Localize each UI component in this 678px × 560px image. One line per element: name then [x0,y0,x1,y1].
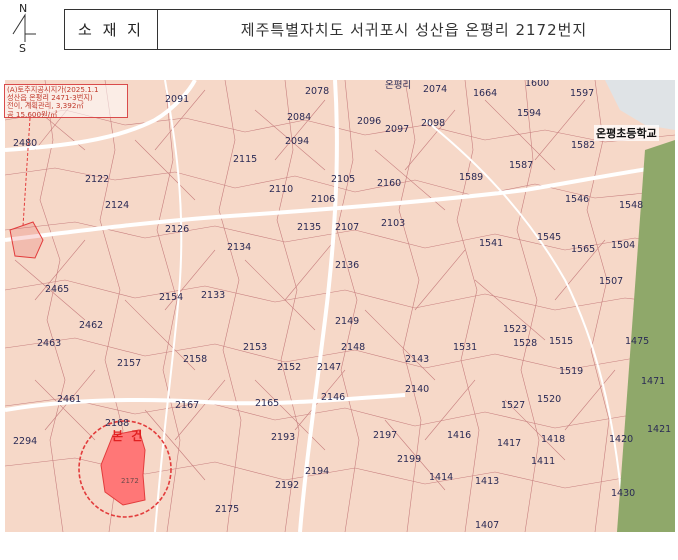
compass-icon [12,13,36,42]
parcel-number: 2194 [305,466,329,477]
parcel-number: 2094 [285,136,309,147]
map-header: N S 소 재 지 제주특별자치도 서귀포시 성산읍 온평리 2172번지 [0,0,678,58]
parcel-number: 1471 [641,376,665,387]
parcel-number: 1587 [509,160,533,171]
parcel-number: 1515 [549,336,573,347]
parcel-number: 2105 [331,174,355,185]
location-label: 소 재 지 [65,10,158,49]
location-box: 소 재 지 제주특별자치도 서귀포시 성산읍 온평리 2172번지 [64,9,671,50]
parcel-number: 1531 [453,342,477,353]
parcel-number: 1597 [570,88,594,99]
parcel-number: 2140 [405,384,429,395]
parcel-number: 2124 [105,200,129,211]
land-price-info-box: (A)토추지공시지가(2025.1.1 성산읍 온평리 2471-3번지) 전이… [4,84,128,118]
parcel-number: 2461 [57,394,81,405]
parcel-number: 1417 [497,438,521,449]
parcel-number: 2197 [373,430,397,441]
parcel-number: 2126 [165,224,189,235]
parcel-number: 2157 [117,358,141,369]
parcel-number: 1528 [513,338,537,349]
parcel-number: 1430 [611,488,635,499]
parcel-number: 2107 [335,222,359,233]
subject-label: 본 건 [112,429,145,443]
parcel-number: 1527 [501,400,525,411]
parcel-number: 2078 [305,86,329,97]
parcel-number: 2158 [183,354,207,365]
parcel-number: 2135 [297,222,321,233]
parcel-number: 2167 [175,400,199,411]
parcel-number: 2122 [85,174,109,185]
parcel-number: 1545 [537,232,561,243]
parcel-number: 2152 [277,362,301,373]
parcel-number: 2199 [397,454,421,465]
parcel-number: 2154 [159,292,183,303]
parcel-number: 2294 [13,436,37,447]
parcel-number: 1475 [625,336,649,347]
parcel-number: 2084 [287,112,311,123]
village-label: 온평리 [385,80,411,91]
parcel-number: 2165 [255,398,279,409]
parcel-number: 2091 [165,94,189,105]
parcel-number: 2103 [381,218,405,229]
parcel-number: 1548 [619,200,643,211]
parcel-number: 1519 [559,366,583,377]
parcel-number: 2098 [421,118,445,129]
cadastral-map[interactable]: 2091 2078 2074 1664 1600 1597 2084 2096 … [5,80,675,532]
info-line: 공 15,600원/㎡ [7,109,58,119]
parcel-number: 1520 [537,394,561,405]
parcel-number: 1664 [473,88,497,99]
parcel-number: 1504 [611,240,635,251]
parcel-number: 1407 [475,520,499,531]
parcel-number: 2096 [357,116,381,127]
parcel-number: 2097 [385,124,409,135]
parcel-number: 2134 [227,242,251,253]
parcel-number: 2115 [233,154,257,165]
parcel-number: 1594 [517,108,541,119]
parcel-number: 2153 [243,342,267,353]
parcel-number: 2463 [37,338,61,349]
parcel-number: 1582 [571,140,595,151]
parcel-number: 1523 [503,324,527,335]
school-label: 온평초등학교 [594,125,659,141]
parcel-number: 1413 [475,476,499,487]
parcel-number: 1546 [565,194,589,205]
parcel-number: 2136 [335,260,359,271]
parcel-number: 1420 [609,434,633,445]
parcel-number: 1416 [447,430,471,441]
parcel-number: 2160 [377,178,401,189]
parcel-number: 1411 [531,456,555,467]
parcel-number: 2462 [79,320,103,331]
parcel-number: 2192 [275,480,299,491]
parcel-number: 1421 [647,424,671,435]
parcel-number: 2074 [423,84,447,95]
parcel-number: 2149 [335,316,359,327]
parcel-number: 1541 [479,238,503,249]
parcel-number: 2146 [321,392,345,403]
parcel-number: 2143 [405,354,429,365]
parcel-number: 1589 [459,172,483,183]
parcel-number: 1600 [525,80,549,89]
parcel-number: 2193 [271,432,295,443]
parcel-number: 1414 [429,472,453,483]
south-letter: S [19,42,26,55]
parcel-number: 2106 [311,194,335,205]
parcel-number: 2110 [269,184,293,195]
subject-parcel-number: 2172 [121,477,139,485]
parcel-number: 2147 [317,362,341,373]
parcel-number: 2465 [45,284,69,295]
parcel-map-svg: 2091 2078 2074 1664 1600 1597 2084 2096 … [5,80,675,532]
parcel-number: 2175 [215,504,239,515]
parcel-number: 2480 [13,138,37,149]
north-arrow: N S [8,2,44,55]
parcel-number: 2148 [341,342,365,353]
parcel-number: 1565 [571,244,595,255]
parcel-number: 2133 [201,290,225,301]
location-address: 제주특별자치도 서귀포시 성산읍 온평리 2172번지 [240,21,588,39]
parcel-number: 1507 [599,276,623,287]
parcel-number: 1418 [541,434,565,445]
